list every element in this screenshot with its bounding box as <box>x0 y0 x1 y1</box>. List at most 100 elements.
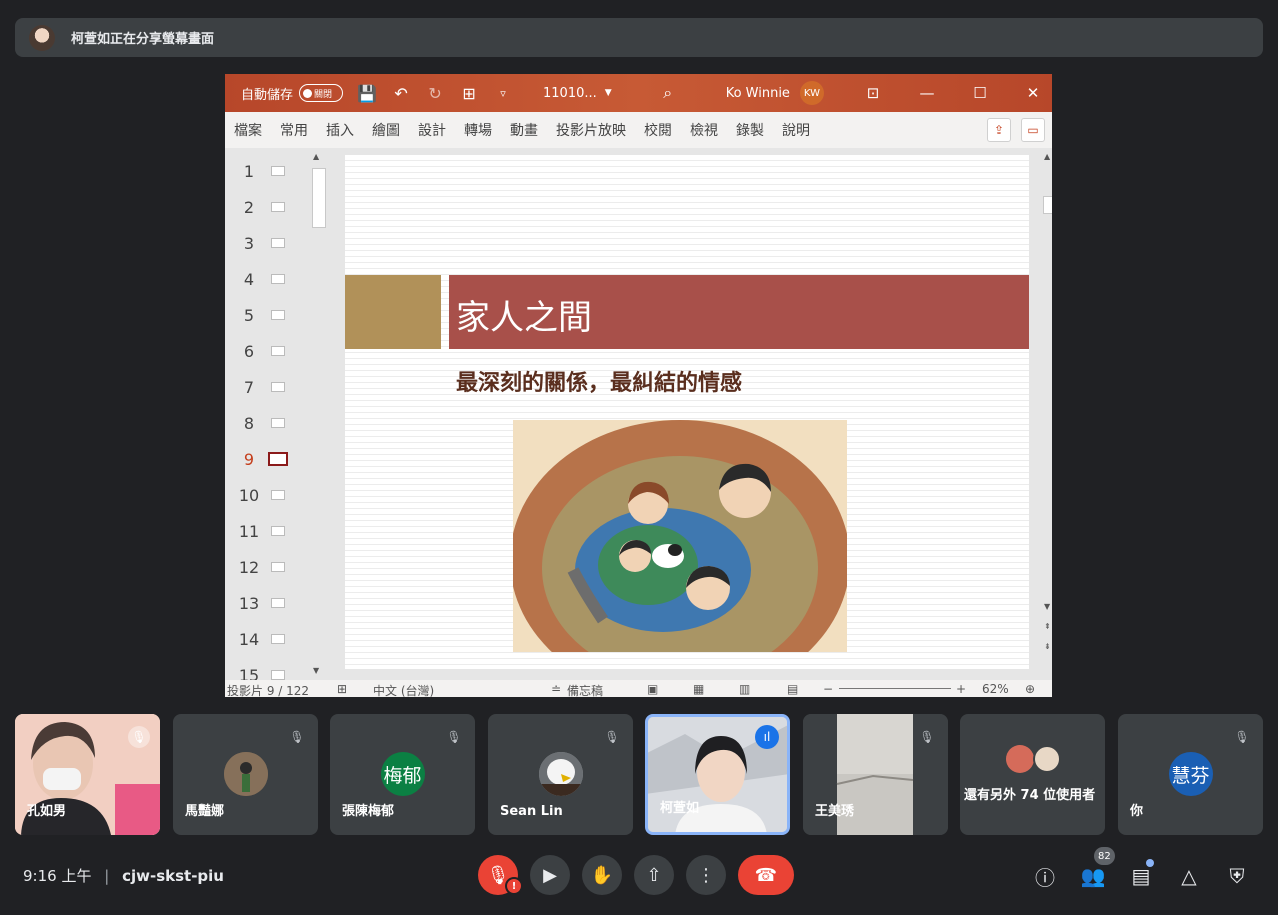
scroll-down-icon[interactable]: ▼ <box>1044 602 1050 611</box>
save-icon[interactable]: 💾 <box>357 84 377 103</box>
ribbon-display-icon[interactable]: ⊡ <box>850 74 896 112</box>
ribbon-tab[interactable]: 檔案 <box>225 120 271 140</box>
raise-hand-button[interactable]: ✋ <box>582 855 622 895</box>
reading-view-icon[interactable]: ▥ <box>739 682 750 696</box>
slide-thumbnail[interactable]: 9 <box>225 441 309 477</box>
people-icon[interactable]: 👥 <box>1079 862 1107 890</box>
slide-thumbnail[interactable]: 3 <box>225 225 309 261</box>
people-count-badge: 82 <box>1094 847 1115 865</box>
participant-tile[interactable]: 🎙 孔如男 <box>15 714 160 835</box>
zoom-slider[interactable] <box>839 688 951 689</box>
slide-thumbnail[interactable]: 10 <box>225 477 309 513</box>
ribbon-tab[interactable]: 校閱 <box>635 120 681 140</box>
previous-slide-icon[interactable]: ⇞ <box>1044 622 1051 631</box>
comments-icon[interactable]: ▭ <box>1021 118 1045 142</box>
more-participants-tile[interactable]: 還有另外 74 位使用者 <box>960 714 1105 835</box>
title-accent-block <box>345 275 441 349</box>
share-icon[interactable]: ⇪ <box>987 118 1011 142</box>
autosave-toggle[interactable]: 關閉 <box>299 84 344 102</box>
self-tile[interactable]: 慧芬 🎙 你 <box>1118 714 1263 835</box>
user-avatar[interactable]: KW <box>799 81 824 105</box>
slide-number: 8 <box>243 413 255 433</box>
slide-number: 4 <box>243 269 255 289</box>
slide-title[interactable]: 家人之間 <box>456 290 592 339</box>
ribbon-tab[interactable]: 錄製 <box>727 120 773 140</box>
participant-tile[interactable]: 🎙 Sean Lin <box>488 714 633 835</box>
leave-call-button[interactable]: ☎ <box>738 855 794 895</box>
zoom-out-icon[interactable]: − <box>823 682 833 696</box>
present-icon[interactable]: ⊞ <box>459 84 479 103</box>
zoom-in-icon[interactable]: + <box>956 682 966 696</box>
slide-thumbnail[interactable]: 8 <box>225 405 309 441</box>
slide-thumbnail[interactable]: 2 <box>225 189 309 225</box>
scroll-down-icon[interactable]: ▼ <box>313 666 319 675</box>
participant-name: 你 <box>1130 804 1144 819</box>
ribbon-tab[interactable]: 投影片放映 <box>547 120 635 140</box>
ribbon-tab[interactable]: 動畫 <box>501 120 547 140</box>
close-icon[interactable]: ✕ <box>1010 74 1052 112</box>
chevron-down-icon[interactable]: ▼ <box>605 88 612 98</box>
slide-thumbnail[interactable]: 5 <box>225 297 309 333</box>
participant-tile[interactable]: 梅郁 🎙 張陳梅郁 <box>330 714 475 835</box>
more-options-button[interactable]: ⋮ <box>686 855 726 895</box>
ribbon-tab[interactable]: 插入 <box>317 120 363 140</box>
ribbon-tab[interactable]: 常用 <box>271 120 317 140</box>
ribbon-tab[interactable]: 繪圖 <box>363 120 409 140</box>
participant-tile[interactable]: 🎙 馬豔娜 <box>173 714 318 835</box>
undo-icon[interactable]: ↶ <box>391 84 411 103</box>
slide-thumbnail[interactable]: 1 <box>225 153 309 189</box>
zoom-level[interactable]: 62% <box>982 682 1009 696</box>
notes-button[interactable]: 備忘稿 <box>567 682 603 697</box>
normal-view-icon[interactable]: ▣ <box>647 682 658 696</box>
host-controls-icon[interactable]: ⛨ <box>1223 862 1251 890</box>
slide-number: 11 <box>238 521 260 541</box>
participant-name: 馬豔娜 <box>185 804 225 819</box>
accessibility-icon[interactable]: ⊞ <box>337 682 347 696</box>
slide-preview <box>271 526 285 536</box>
next-slide-icon[interactable]: ⇟ <box>1044 642 1051 651</box>
search-icon[interactable]: ⌕ <box>658 83 678 103</box>
slide-thumbnail[interactable]: 4 <box>225 261 309 297</box>
camera-button[interactable]: ▶ <box>530 855 570 895</box>
shared-screen: 自動儲存 關閉 💾 ↶ ↻ ⊞ ▿ 11010... ▼ ⌕ Ko Winnie… <box>225 74 1052 697</box>
info-icon[interactable]: ⓘ <box>1031 862 1059 890</box>
activities-icon[interactable]: △ <box>1175 862 1203 890</box>
present-screen-button[interactable]: ⇧ <box>634 855 674 895</box>
ribbon-tab[interactable]: 檢視 <box>681 120 727 140</box>
slide-number: 7 <box>243 377 255 397</box>
slide-subtitle[interactable]: 最深刻的關係，最糾結的情感 <box>456 365 742 397</box>
slide-thumbnail[interactable]: 7 <box>225 369 309 405</box>
presenter-avatar <box>29 24 55 51</box>
slide-thumbnail[interactable]: 15 <box>225 657 309 680</box>
ribbon-tab[interactable]: 轉場 <box>455 120 501 140</box>
maximize-icon[interactable]: ☐ <box>957 74 1003 112</box>
mic-off-icon: 🎙 <box>289 730 305 744</box>
file-name[interactable]: 11010... <box>543 86 597 101</box>
participant-name: 王美琇 <box>815 804 855 819</box>
slide-thumbnail[interactable]: 6 <box>225 333 309 369</box>
participant-tile[interactable]: ıl 柯萱如 <box>645 714 790 835</box>
slide-preview <box>271 238 285 248</box>
customize-icon[interactable]: ▿ <box>493 87 513 100</box>
thumbnail-scrollbar[interactable]: ▲ ▼ <box>309 148 329 680</box>
current-slide[interactable]: 家人之間 最深刻的關係，最糾結的情感 <box>345 155 1029 669</box>
ribbon-tab[interactable]: 說明 <box>773 120 819 140</box>
scroll-up-icon[interactable]: ▲ <box>313 152 319 161</box>
scroll-up-icon[interactable]: ▲ <box>1044 152 1050 161</box>
participant-name: 柯萱如 <box>660 801 700 816</box>
participant-tile[interactable]: 🎙 王美琇 <box>803 714 948 835</box>
language[interactable]: 中文 (台灣) <box>373 682 434 697</box>
slideshow-view-icon[interactable]: ▤ <box>787 682 798 696</box>
fit-slide-icon[interactable]: ⊕ <box>1025 682 1035 696</box>
slide-thumbnail[interactable]: 14 <box>225 621 309 657</box>
notes-icon[interactable]: ≐ <box>551 682 561 696</box>
slide-scrollbar[interactable]: ▲ ▼ ⇞ ⇟ <box>1040 148 1052 680</box>
redo-icon[interactable]: ↻ <box>425 84 445 103</box>
slide-thumbnail[interactable]: 13 <box>225 585 309 621</box>
sorter-view-icon[interactable]: ▦ <box>693 682 704 696</box>
slide-thumbnail[interactable]: 12 <box>225 549 309 585</box>
sharing-banner-text: 柯萱如正在分享螢幕畫面 <box>71 32 215 47</box>
slide-thumbnail[interactable]: 11 <box>225 513 309 549</box>
ribbon-tab[interactable]: 設計 <box>409 120 455 140</box>
minimize-icon[interactable]: — <box>904 74 950 112</box>
